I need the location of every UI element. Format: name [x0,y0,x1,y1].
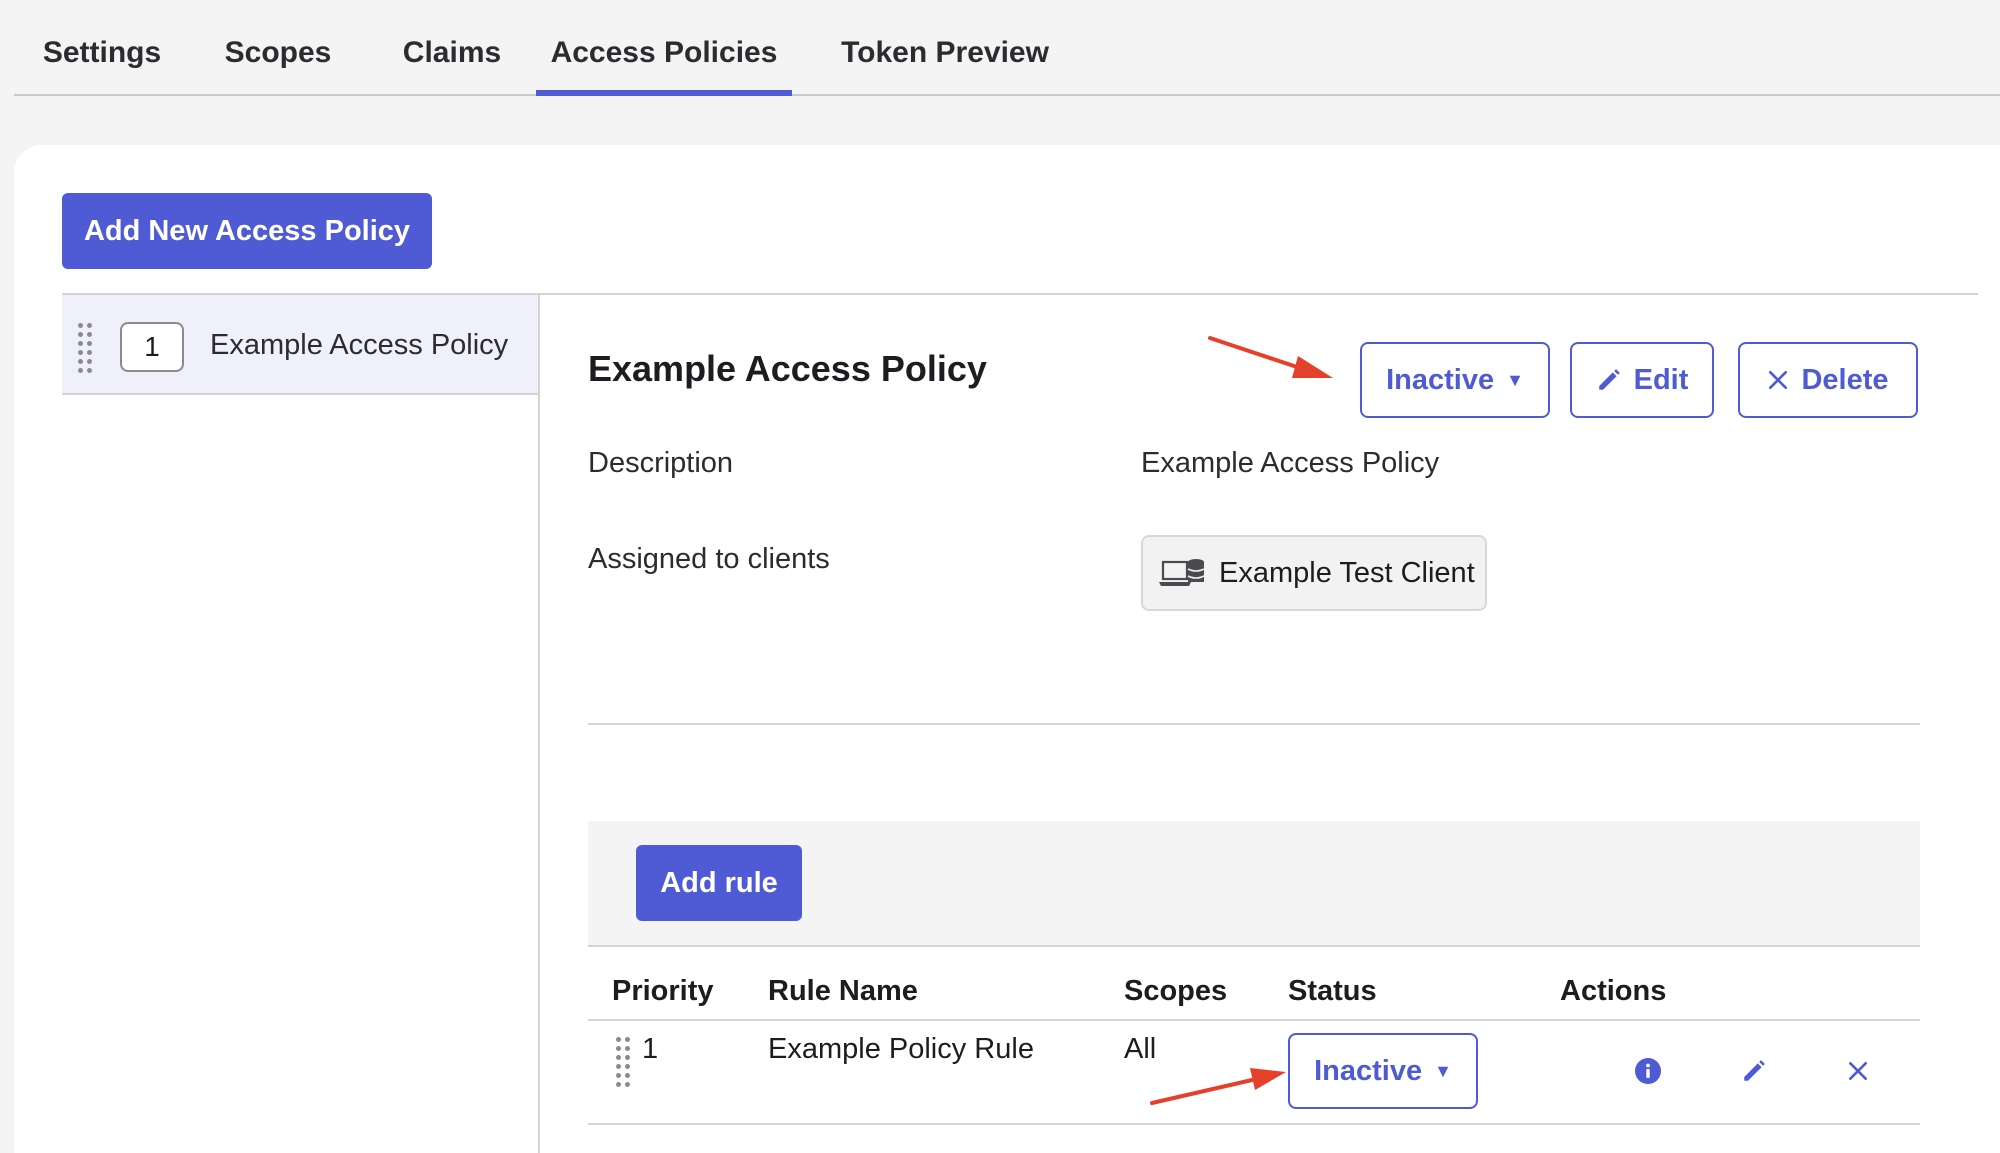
table-row-border [588,1019,1920,1021]
delete-label: Delete [1801,363,1889,396]
rule-delete-button[interactable] [1840,1053,1876,1089]
close-icon [1848,1061,1868,1081]
rule-scopes: All [1124,1033,1157,1065]
laptop-server-icon [1159,556,1205,590]
edit-label: Edit [1633,363,1689,396]
rule-info-button[interactable] [1630,1053,1666,1089]
policy-list-name: Example Access Policy [210,329,509,361]
rule-name: Example Policy Rule [768,1033,1034,1065]
caret-down-icon: ▼ [1506,369,1524,390]
rule-edit-button[interactable] [1736,1053,1772,1089]
pencil-icon [1596,367,1622,393]
tab-scopes[interactable]: Scopes [221,0,335,96]
pencil-icon [1744,1060,1765,1081]
status-label: Inactive [1386,363,1495,396]
delete-policy-button[interactable]: Delete [1738,342,1918,418]
edit-policy-button[interactable]: Edit [1570,342,1714,418]
client-name: Example Test Client [1219,556,1475,589]
policy-title: Example Access Policy [588,348,987,389]
column-header-actions: Actions [1560,975,1667,1007]
content-card: Add New Access Policy 1 Example Access P… [14,145,2000,1153]
drag-handle-icon[interactable] [616,1037,630,1087]
caret-down-icon: ▼ [1434,1060,1452,1081]
add-rule-button[interactable]: Add rule [636,845,802,921]
tab-access-policies[interactable]: Access Policies [536,0,792,96]
add-new-access-policy-button[interactable]: Add New Access Policy [62,193,432,269]
drag-handle-icon[interactable] [78,323,92,373]
tab-settings[interactable]: Settings [38,0,166,96]
column-header-status: Status [1288,975,1377,1007]
column-header-scopes: Scopes [1124,975,1228,1007]
description-label: Description [588,447,734,479]
rule-status-dropdown[interactable]: Inactive ▼ [1288,1033,1478,1109]
table-row-border [588,1123,1920,1125]
status-label: Inactive [1314,1054,1423,1087]
description-value: Example Access Policy [1141,447,1440,479]
divider [588,723,1920,725]
policy-list-item[interactable]: 1 Example Access Policy [62,295,538,395]
tab-bar: Settings Scopes Claims Access Policies T… [14,0,2000,96]
policy-status-dropdown[interactable]: Inactive ▼ [1360,342,1550,418]
table-header-border [588,945,1920,947]
close-icon [1767,369,1789,391]
tab-token-preview[interactable]: Token Preview [840,0,1050,96]
assigned-clients-label: Assigned to clients [588,543,830,575]
client-chip[interactable]: Example Test Client [1141,535,1487,611]
tab-claims[interactable]: Claims [396,0,508,96]
column-header-rule-name: Rule Name [768,975,918,1007]
policy-priority-box: 1 [120,322,184,372]
rule-priority: 1 [642,1033,659,1065]
divider [538,293,540,1153]
column-header-priority: Priority [612,975,714,1007]
info-icon [1635,1058,1661,1084]
